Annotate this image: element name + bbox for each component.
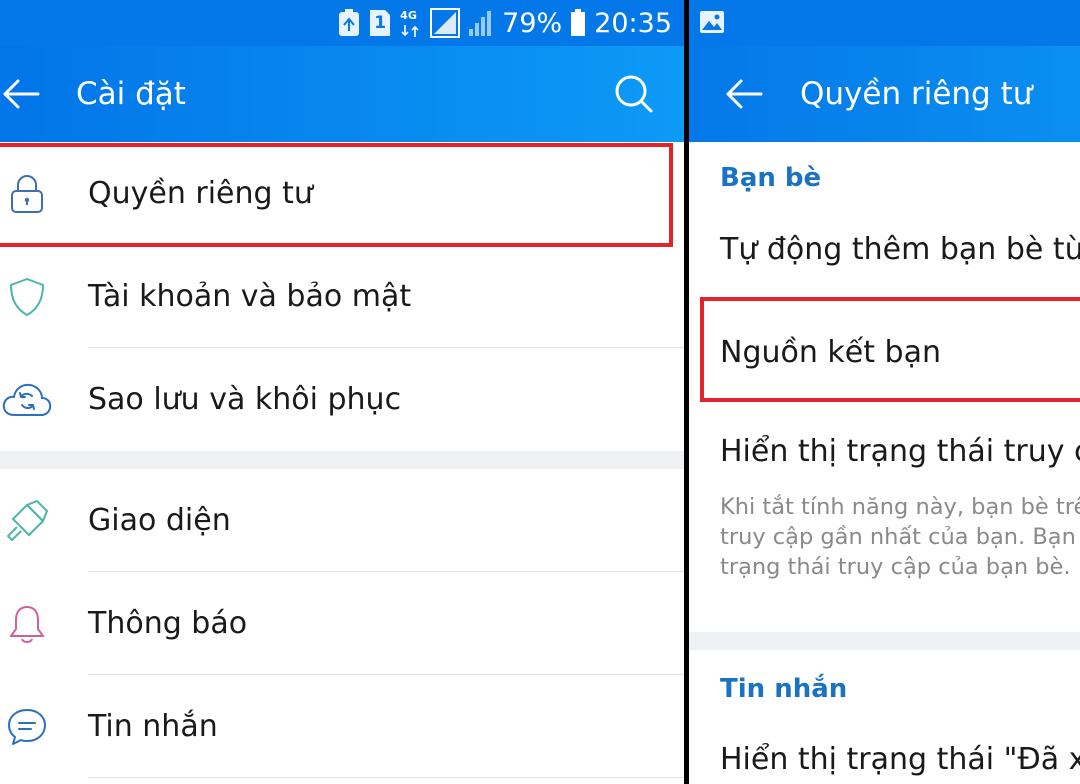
cloud-sync-icon — [2, 348, 52, 451]
privacy-item-show-online-status[interactable]: Hiển thị trạng thái truy cập — [720, 434, 1080, 469]
sim-card-icon: 1 — [368, 9, 392, 37]
settings-item-privacy[interactable]: Quyền riêng tư — [0, 142, 684, 245]
signal-bars-icon — [468, 9, 494, 37]
section-title-messages: Tin nhắn — [720, 674, 848, 704]
app-bar: Cài đặt — [0, 46, 684, 142]
settings-item-label: Thông báo — [88, 606, 248, 641]
shield-icon — [2, 245, 52, 348]
network-type-icon: 4G — [400, 5, 422, 41]
search-icon[interactable] — [614, 46, 654, 142]
settings-item-label: Sao lưu và khôi phục — [88, 382, 402, 417]
paint-brush-icon — [2, 469, 52, 572]
back-arrow-icon[interactable] — [725, 46, 763, 142]
settings-item-backup-restore[interactable]: Sao lưu và khôi phục — [0, 348, 684, 451]
chat-bubble-icon — [2, 675, 52, 778]
settings-item-label: Giao diện — [88, 503, 231, 538]
settings-item-account-security[interactable]: Tài khoản và bảo mật — [0, 245, 684, 348]
settings-screen: 1 4G 79% 20:35 Cài đặt Quyền riêng tư Tà… — [0, 0, 684, 784]
battery-percent: 79% — [502, 7, 563, 39]
divider — [720, 401, 1080, 402]
privacy-item-friend-sources[interactable]: Nguồn kết bạn — [720, 335, 941, 370]
recycle-notification-icon — [338, 9, 360, 37]
settings-item-label: Quyền riêng tư — [88, 176, 313, 211]
network-type-label: 4G — [400, 9, 417, 22]
clock: 20:35 — [594, 7, 672, 39]
status-indicators: 1 4G 79% 20:35 — [338, 0, 672, 46]
online-status-description: Khi tắt tính năng này, bạn bè trên truy … — [720, 492, 1080, 582]
privacy-item-auto-add-friends[interactable]: Tự động thêm bạn bè từ d — [720, 232, 1080, 267]
sim-slot-number: 1 — [374, 13, 387, 33]
privacy-screen: Quyền riêng tư Bạn bè Tự động thêm bạn b… — [689, 0, 1080, 784]
description-line: Khi tắt tính năng này, bạn bè trên — [720, 494, 1080, 520]
settings-list: Quyền riêng tư Tài khoản và bảo mật Sao … — [0, 142, 684, 784]
bell-icon — [2, 572, 52, 675]
divider — [720, 298, 1080, 299]
settings-item-messages[interactable]: Tin nhắn — [0, 675, 684, 778]
page-title: Cài đặt — [76, 76, 186, 112]
signal-strength-icon — [430, 8, 461, 38]
status-bar: 1 4G 79% 20:35 — [0, 0, 684, 46]
settings-item-appearance[interactable]: Giao diện — [0, 469, 684, 572]
section-separator — [689, 632, 1080, 650]
description-line: trạng thái truy cập của bạn bè. — [720, 554, 1071, 580]
settings-item-notifications[interactable]: Thông báo — [0, 572, 684, 675]
back-arrow-icon[interactable] — [2, 46, 40, 142]
lock-icon — [2, 142, 52, 245]
settings-item-label: Tài khoản và bảo mật — [88, 279, 412, 314]
gallery-notification-icon — [699, 10, 725, 34]
settings-item-label: Tin nhắn — [88, 709, 218, 744]
privacy-item-show-seen-status[interactable]: Hiển thị trạng thái "Đã xem — [720, 742, 1080, 777]
section-separator — [0, 451, 684, 469]
battery-icon — [570, 9, 586, 37]
divider — [88, 777, 684, 778]
status-bar — [689, 0, 1080, 46]
page-title: Quyền riêng tư — [800, 76, 1033, 112]
app-bar: Quyền riêng tư — [689, 46, 1080, 142]
section-title-friends: Bạn bè — [720, 163, 822, 193]
description-line: truy cập gần nhất của bạn. Bạn — [720, 524, 1076, 550]
